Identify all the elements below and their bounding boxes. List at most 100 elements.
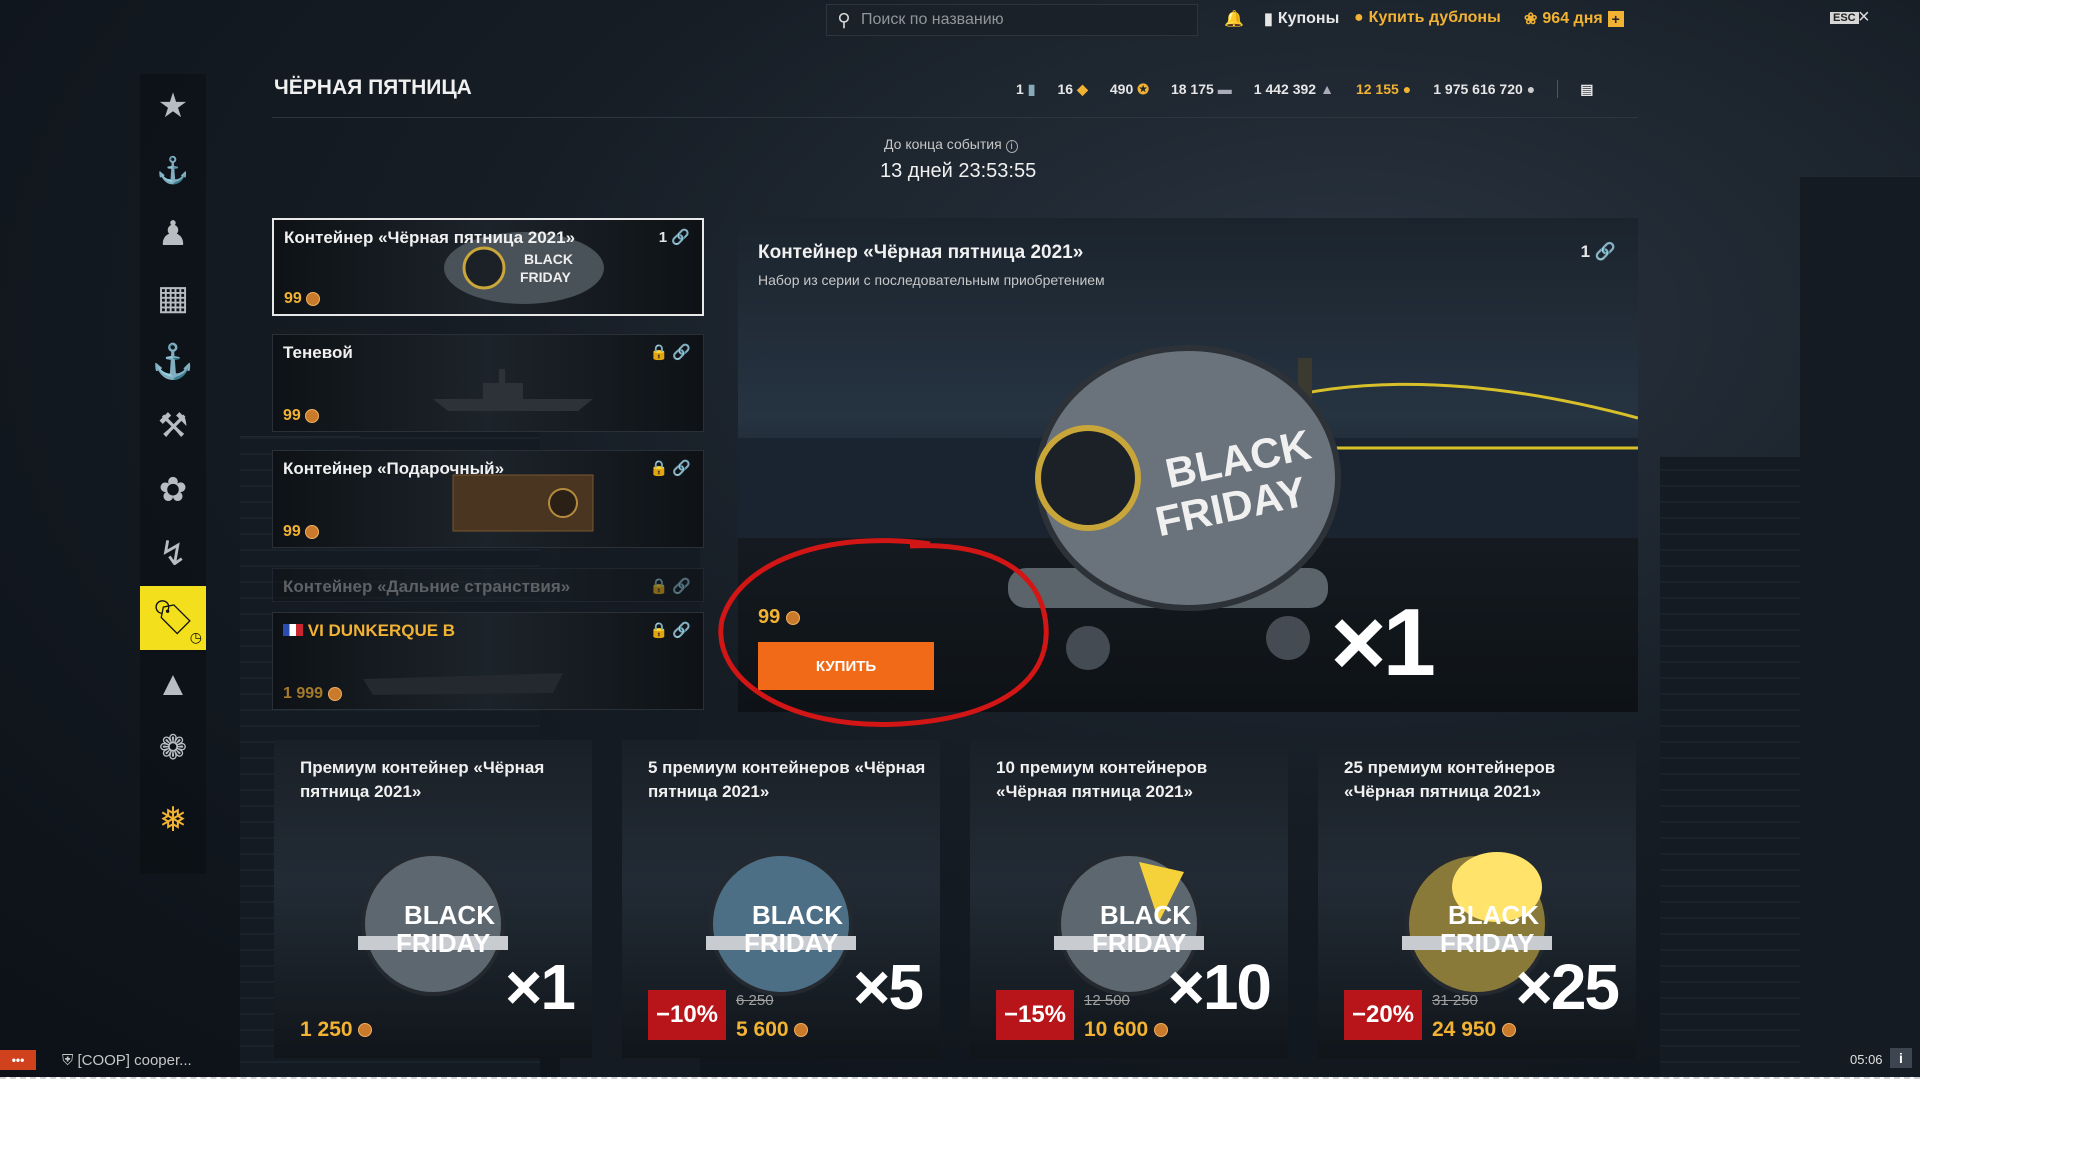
- ship-icon: ⚓: [156, 154, 190, 185]
- premium-icon: ❀: [1524, 11, 1538, 28]
- event-timer: 13 дней 23:53:55: [880, 160, 1037, 182]
- search-input[interactable]: ⚲ Поиск по названию: [826, 4, 1198, 36]
- doubloon-icon: [305, 408, 320, 423]
- old-price: 6 250: [736, 992, 774, 1009]
- offer-card-5[interactable]: 5 премиум контейнеров «Чёрная пятница 20…: [622, 740, 940, 1058]
- steel-icon: ▬: [1217, 81, 1232, 97]
- lock-icon: 🔒: [649, 460, 669, 477]
- coupons-button[interactable]: ▮ Купоны: [1264, 9, 1339, 29]
- lock-icon: 🔒: [649, 344, 669, 361]
- laurel-icon: ❅: [158, 801, 188, 839]
- bundle-name: Контейнер «Чёрная пятница 2021»: [284, 228, 576, 247]
- sidebar-item-ranks[interactable]: ▲: [140, 652, 206, 716]
- sidebar: ★ ⚓ ♟ ▦ ⚓ ⚒ ✿ ↯ 🏷 ◷ ▲ ❁ ❅: [140, 74, 206, 874]
- esc-badge: ESC: [1830, 12, 1859, 24]
- doubloon-icon: [794, 1023, 809, 1038]
- sidebar-item-premium-shop[interactable]: ❅: [140, 788, 206, 852]
- link-icon: 🔗: [672, 578, 691, 595]
- sidebar-item-containers[interactable]: ▦: [140, 266, 206, 330]
- info-icon[interactable]: i: [1005, 140, 1018, 153]
- hero-title: Контейнер «Чёрная пятница 2021»: [758, 242, 1084, 263]
- svg-text:FRIDAY: FRIDAY: [520, 269, 571, 285]
- sidebar-item-ships[interactable]: ⚓: [140, 138, 206, 202]
- offer-card-10[interactable]: 10 премиум контейнеров «Чёрная пятница 2…: [970, 740, 1288, 1058]
- svg-text:BLACK: BLACK: [1448, 900, 1539, 930]
- coupons-label: Купоны: [1277, 10, 1340, 27]
- sidebar-item-boost[interactable]: ↯: [140, 522, 206, 586]
- info-button[interactable]: i: [1890, 1048, 1912, 1068]
- anchor-icon: ⚓: [151, 343, 195, 381]
- offer-multiplier: ×25: [1515, 951, 1620, 1023]
- bundle-item-black-friday[interactable]: BLACK FRIDAY Контейнер «Чёрная пятница 2…: [272, 218, 704, 316]
- tools-icon: ⚒: [157, 407, 189, 445]
- coupon-icon: ▮: [1264, 11, 1273, 28]
- bundle-price: 1 999: [283, 685, 342, 703]
- bundle-item-distant-travels[interactable]: Контейнер «Дальние странствия» 🔒 🔗: [272, 568, 704, 602]
- france-flag-icon: [283, 624, 303, 636]
- discount-badge: −15%: [996, 990, 1074, 1040]
- bundle-price: 99: [283, 407, 320, 425]
- flag-icon: ✿: [158, 471, 188, 509]
- doubloon-icon: [305, 524, 320, 539]
- hero-count: 1 🔗: [1580, 242, 1616, 261]
- premium-container-image: BLACK FRIDAY: [358, 852, 508, 996]
- premium-ship-icon: ▮: [1027, 80, 1036, 97]
- notifications-button[interactable]: 🔔: [1224, 9, 1244, 29]
- crate-icon: ▦: [156, 279, 190, 317]
- svg-text:BLACK: BLACK: [1100, 900, 1191, 930]
- offer-multiplier: ×5: [853, 951, 924, 1023]
- hero-multiplier: ×1: [1330, 589, 1436, 696]
- resource-3: 490 ✪: [1109, 80, 1149, 98]
- bundle-lock: 🔒 🔗: [649, 459, 691, 477]
- doubloon-icon: [1154, 1023, 1169, 1038]
- chat-button[interactable]: •••: [0, 1050, 36, 1070]
- discount-badge: −20%: [1344, 990, 1422, 1040]
- bundle-item-dunkerque[interactable]: VI DUNKERQUE B 🔒 🔗 1 999: [272, 612, 704, 710]
- offer-card-1[interactable]: Премиум контейнер «Чёрная пятница 2021» …: [274, 740, 592, 1058]
- resource-credits: 1 975 616 720 ●: [1433, 81, 1536, 97]
- wallet-button[interactable]: ▤: [1580, 80, 1593, 98]
- svg-text:BLACK: BLACK: [404, 900, 495, 930]
- sidebar-item-flags[interactable]: ✿: [140, 458, 206, 522]
- offer-multiplier: ×1: [505, 951, 576, 1023]
- sidebar-item-commanders[interactable]: ♟: [140, 202, 206, 266]
- svg-text:FRIDAY: FRIDAY: [744, 928, 838, 958]
- eagle-icon: ❁: [158, 729, 188, 767]
- old-price: 31 250: [1432, 992, 1478, 1009]
- bundle-item-shadow[interactable]: Теневой 🔒 🔗 99: [272, 334, 704, 432]
- doubloon-icon: [306, 291, 321, 306]
- buy-doubloons-button[interactable]: ● Купить дублоны: [1354, 9, 1501, 27]
- add-premium-icon[interactable]: +: [1607, 11, 1624, 27]
- sidebar-item-tools[interactable]: ⚒: [140, 394, 206, 458]
- close-icon[interactable]: ×: [1858, 6, 1870, 29]
- buy-doubloons-label: Купить дублоны: [1368, 9, 1501, 26]
- offer-card-25[interactable]: 25 премиум контейнеров «Чёрная пятница 2…: [1318, 740, 1636, 1058]
- ship-image: [433, 369, 593, 411]
- event-timer-label: До конца события i: [884, 136, 1018, 153]
- page-title: ЧЁРНАЯ ПЯТНИЦА: [274, 76, 472, 99]
- doubloon-icon: [327, 686, 342, 701]
- bundle-lock: 🔒 🔗: [649, 343, 691, 361]
- background-building: [1660, 456, 1800, 1077]
- doubloon-icon: [358, 1023, 373, 1038]
- sidebar-item-clan[interactable]: ❁: [140, 716, 206, 780]
- discount-badge: −10%: [648, 990, 726, 1040]
- sidebar-item-favorites[interactable]: ★: [140, 74, 206, 138]
- offer-title: 25 премиум контейнеров «Чёрная пятница 2…: [1344, 758, 1556, 801]
- lock-icon: 🔒: [649, 622, 669, 639]
- wallet-icon: ▤: [1580, 80, 1594, 97]
- sidebar-item-anchor[interactable]: ⚓: [140, 330, 206, 394]
- offer-title: 5 премиум контейнеров «Чёрная пятница 20…: [648, 758, 926, 801]
- experience-icon: ▲: [1320, 81, 1334, 97]
- premium-account[interactable]: ❀ 964 дня +: [1524, 9, 1624, 29]
- bundle-item-gift[interactable]: Контейнер «Подарочный» 🔒 🔗 99: [272, 450, 704, 548]
- price-tag-icon: 🏷: [151, 599, 195, 637]
- bundle-name: VI DUNKERQUE B: [283, 621, 455, 641]
- resource-5: 1 442 392 ▲: [1253, 81, 1334, 97]
- svg-text:BLACK: BLACK: [524, 251, 573, 267]
- divider: [272, 117, 1638, 118]
- chat-preview[interactable]: ⛨ [COOP] cooper...: [62, 1052, 192, 1069]
- sidebar-item-black-friday[interactable]: 🏷 ◷: [140, 586, 206, 650]
- doubloon-icon: ●: [1354, 9, 1364, 26]
- svg-text:BLACK: BLACK: [752, 900, 843, 930]
